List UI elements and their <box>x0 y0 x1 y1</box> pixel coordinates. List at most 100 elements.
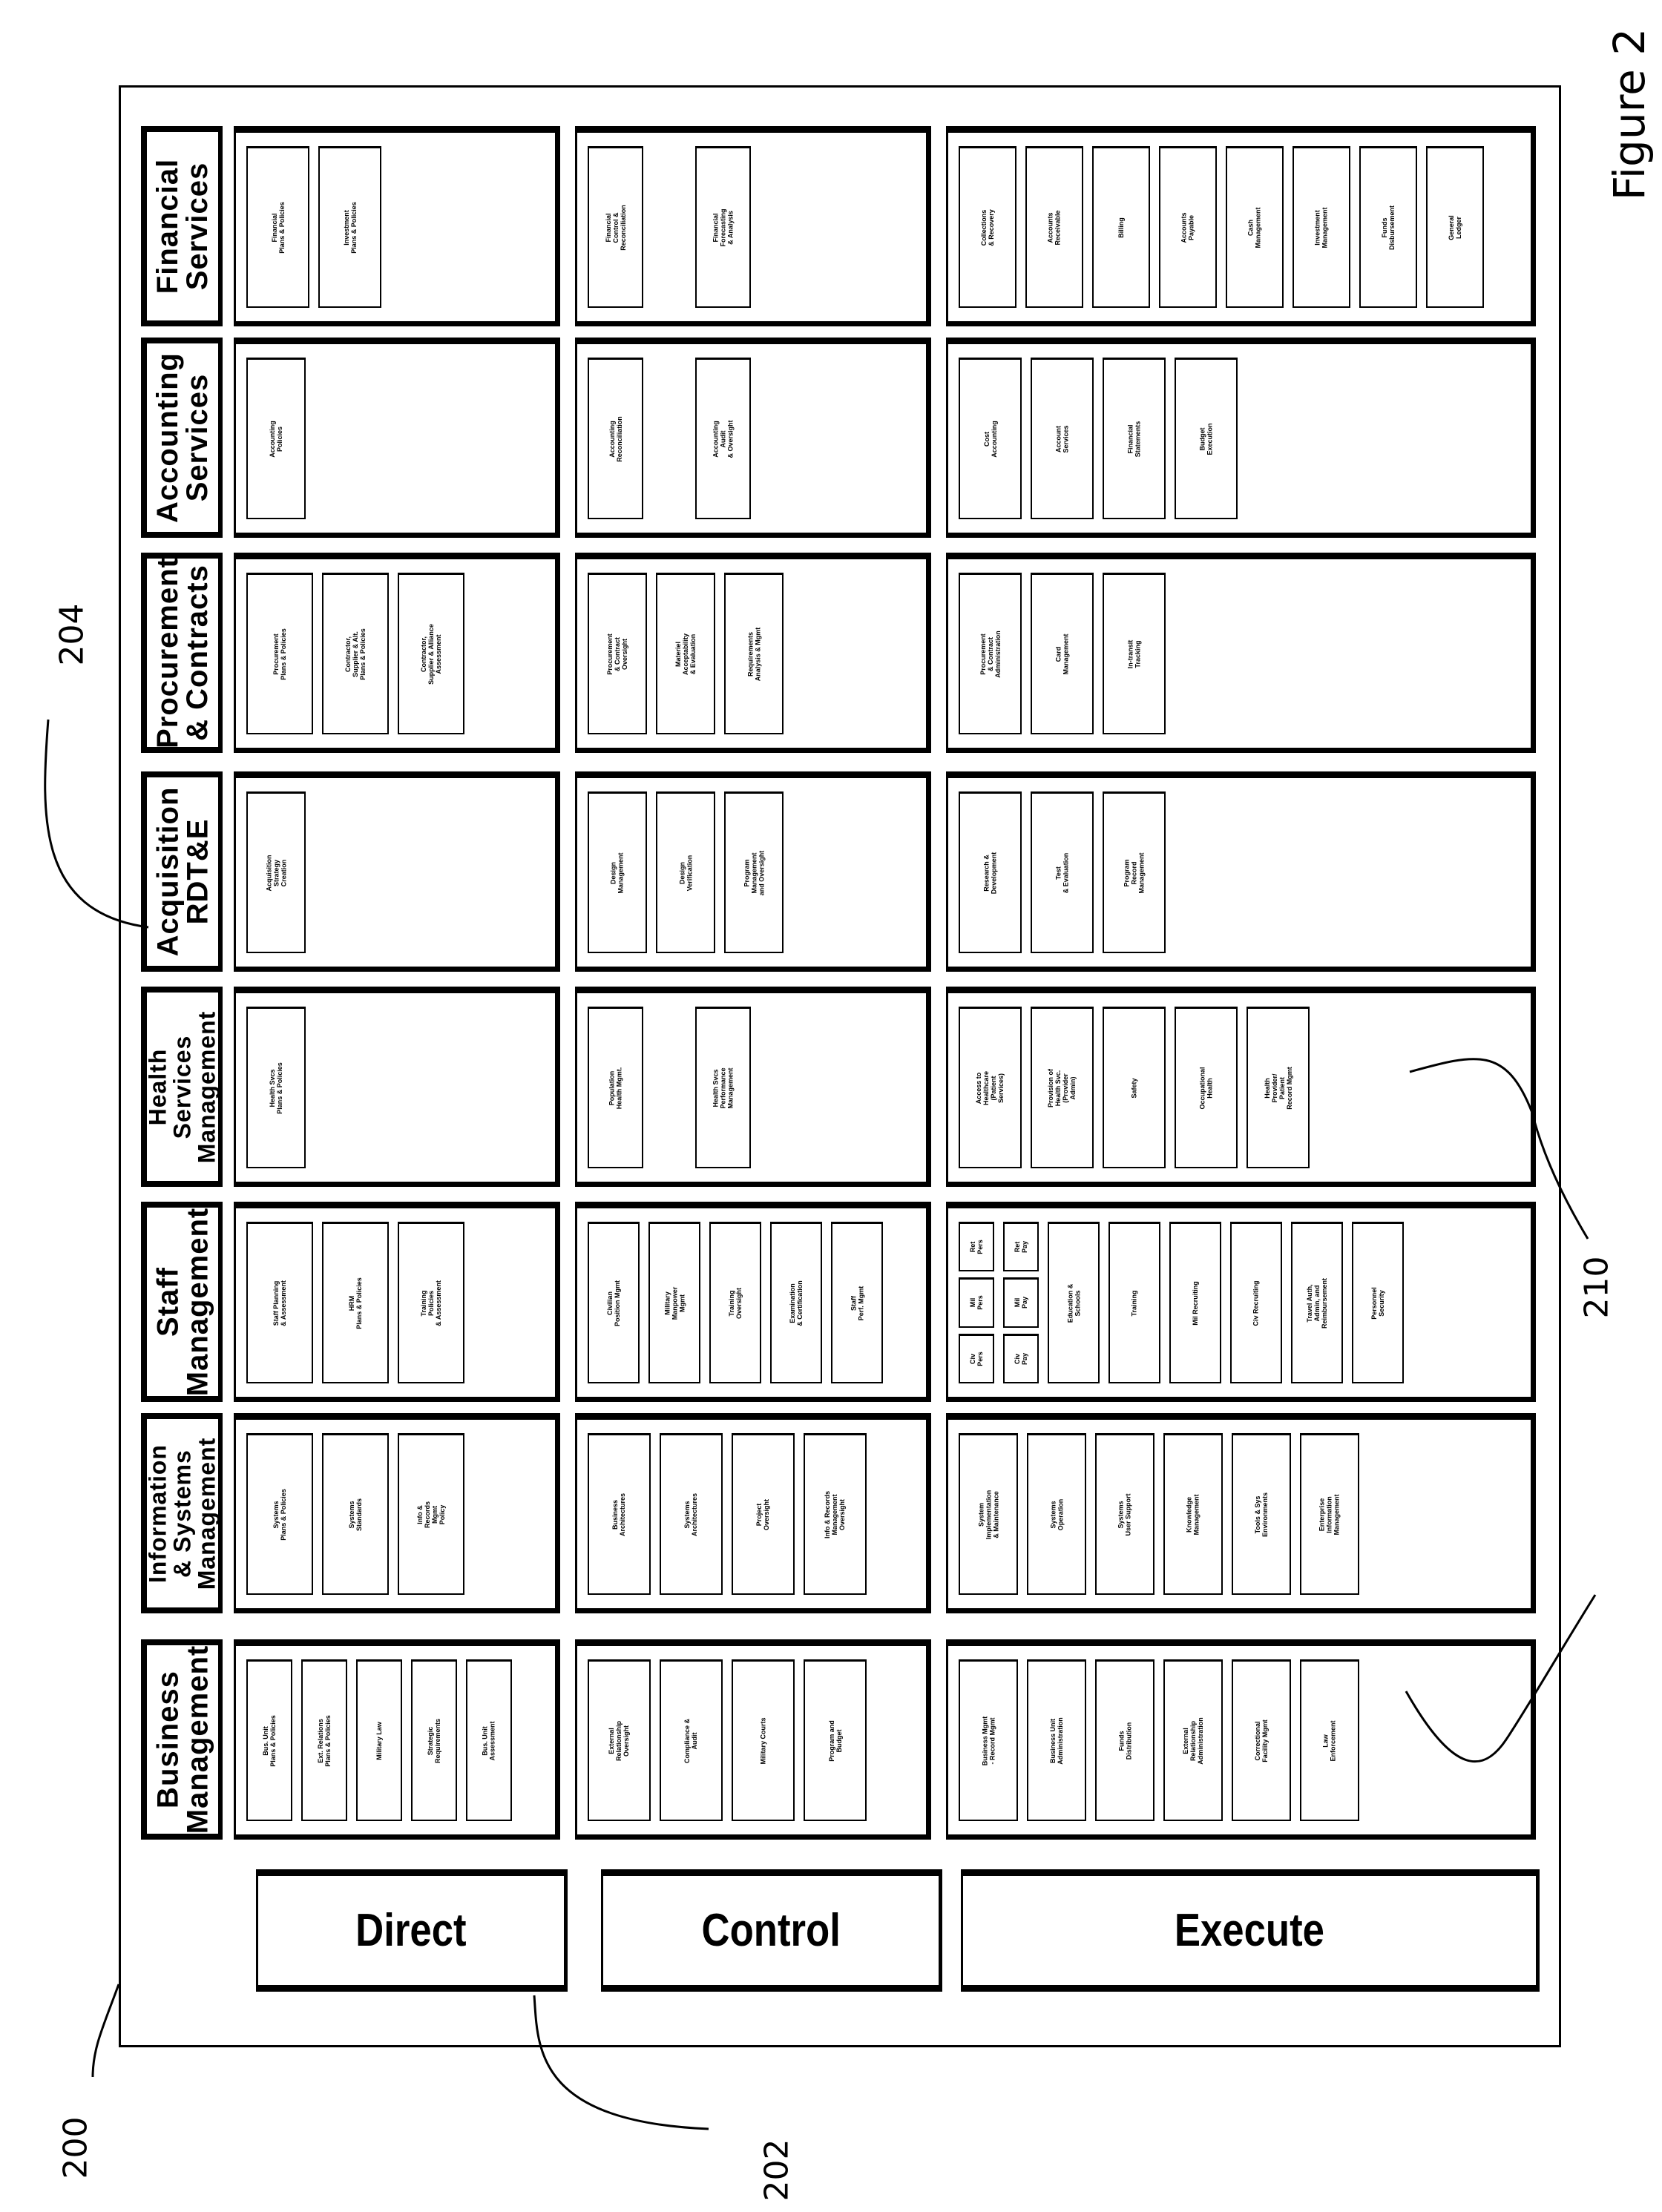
function-label: Travel Auth, Admin, and Reimbursement <box>1306 1277 1328 1329</box>
control-function-group: Procurement & Contract Oversight Materiel… <box>588 573 916 734</box>
function-label: Knowledge Management <box>1185 1493 1200 1535</box>
function-label: Project Oversight <box>755 1498 771 1530</box>
function-box: Education & Schools <box>1048 1222 1100 1383</box>
function-label: Examination & Certification <box>788 1280 804 1326</box>
function-box: Financial Control & Reconciliation <box>588 146 643 308</box>
function-label: Contractor, Supplier & Alliance Assessme… <box>420 623 442 685</box>
function-box: Ret Pers <box>959 1222 994 1272</box>
function-label: Design Management <box>609 852 625 894</box>
function-label: Training Policies & Assessment <box>419 1280 442 1326</box>
function-label: Safety <box>1130 1077 1138 1099</box>
functional-area-row-accounting-services: Accounting Services Accounting Policies Ac… <box>141 338 1536 538</box>
function-box: Strategic Requirements <box>411 1659 457 1821</box>
execute-function-group: System Implementation & Maintenance Syste… <box>959 1433 1520 1595</box>
function-label: Population Health Mgmt. <box>608 1067 623 1109</box>
function-label: Test & Evaluation <box>1054 852 1070 893</box>
function-label: Funds Distribution <box>1117 1722 1132 1760</box>
execute-cell: Collections & Recovery Accounts Receivabl… <box>946 126 1536 326</box>
function-box: Health Provider/ Patient Record Mgmt <box>1246 1007 1310 1168</box>
control-cell: External Relationship Oversight Complianc… <box>575 1639 931 1840</box>
direct-cell: Staff Planning & Assessment HRM Plans & P… <box>234 1202 560 1402</box>
function-box: Budget Execution <box>1175 358 1238 519</box>
execute-function-group: Procurement & Contract Administration Car… <box>959 573 1520 734</box>
function-label: Funds Disbursement <box>1381 205 1396 250</box>
function-box: Info & Records Mgmt Policy <box>398 1433 464 1595</box>
function-box: Systems Architectures <box>660 1433 723 1595</box>
function-box: Project Oversight <box>732 1433 795 1595</box>
function-label: Health Svcs Plans & Policies <box>269 1061 283 1114</box>
control-cell: Population Health Mgmt. Health Svcs Perfo… <box>575 987 931 1187</box>
function-box: Military Manpower Mgmt <box>648 1222 700 1383</box>
function-box: External Relationship Oversight <box>588 1659 651 1821</box>
function-label: Acquisition Strategy Creation <box>265 855 287 891</box>
function-box: Law Enforcement <box>1300 1659 1359 1821</box>
function-label: Accounting Reconciliation <box>608 415 623 462</box>
direct-function-group: Staff Planning & Assessment HRM Plans & P… <box>246 1222 545 1383</box>
functional-area-header: Financial Services <box>141 126 223 326</box>
function-label: Occupational Health <box>1198 1066 1214 1110</box>
functional-area-row-financial-services: Financial Services Financial Plans & Poli… <box>141 126 1536 326</box>
control-cell: Design Management Design Verification Prog… <box>575 771 931 972</box>
function-box: Examination & Certification <box>770 1222 822 1383</box>
function-label: System Implementation & Maintenance <box>976 1490 999 1539</box>
function-label: Law Enforcement <box>1321 1719 1337 1762</box>
function-box: Civ Pay <box>1003 1333 1039 1383</box>
execute-function-group: Ret Pers Mil Pers Civ Pers Ret Pay Mil Pay Ci… <box>959 1222 1520 1383</box>
function-box: Program Management and Oversight <box>724 791 784 953</box>
functional-area-header: Accounting Services <box>141 338 223 538</box>
function-label: Account Services <box>1054 424 1070 453</box>
functional-area-row-health-services-management: Health Services Management Health Svcs Pl… <box>141 987 1536 1187</box>
direct-cell: Financial Plans & Policies Investment Pla… <box>234 126 560 326</box>
control-function-group: Population Health Mgmt. Health Svcs Perfo… <box>588 1007 916 1168</box>
function-label: Card Management <box>1054 633 1070 675</box>
function-box: Funds Distribution <box>1095 1659 1154 1821</box>
function-label: External Relationship Oversight <box>608 1720 631 1761</box>
function-label: Civ Recruiting <box>1252 1280 1260 1326</box>
control-cell: Accounting Reconciliation Accounting Audi… <box>575 338 931 538</box>
function-label: Accounts Payable <box>1180 211 1195 243</box>
function-label: Procurement & Contract Oversight <box>606 633 628 675</box>
functional-area-header: Information & Systems Management <box>141 1413 223 1613</box>
functional-area-title: Acquisition RDT&E <box>151 786 214 957</box>
execute-function-group: Access to Healthcare (Patient Services) P… <box>959 1007 1520 1168</box>
function-label: HRM Plans & Policies <box>348 1277 363 1329</box>
functional-area-header: Acquisition RDT&E <box>141 771 223 972</box>
function-box: Financial Forecasting & Analysis <box>695 146 751 308</box>
direct-function-group: Acquisition Strategy Creation <box>246 791 545 953</box>
function-box: Requirements Analysis & Mgmt <box>724 573 784 734</box>
function-box: Design Management <box>588 791 647 953</box>
function-label: Military Law <box>375 1721 383 1760</box>
function-label: Info & Records Management Oversight <box>824 1490 847 1538</box>
function-label: Program and Budget <box>827 1719 843 1762</box>
function-label: Correctional Facility Mgmt <box>1253 1719 1269 1762</box>
function-box: Systems Plans & Policies <box>246 1433 313 1595</box>
execute-cell: Procurement & Contract Administration Car… <box>946 553 1536 753</box>
function-box: Financial Statements <box>1103 358 1166 519</box>
ref-numeral-200: 200 <box>56 2116 95 2179</box>
function-label: Access to Healthcare (Patient Services) <box>975 1070 1005 1105</box>
function-box: Staff Planning & Assessment <box>246 1222 313 1383</box>
function-box: Cost Accounting <box>959 358 1022 519</box>
direct-cell: Accounting Policies <box>234 338 560 538</box>
function-label: Training <box>1130 1289 1138 1317</box>
function-box: Correctional Facility Mgmt <box>1232 1659 1291 1821</box>
function-box: Training <box>1108 1222 1160 1383</box>
function-label: Strategic Requirements <box>427 1718 441 1763</box>
function-box: Accounting Audit & Oversight <box>695 358 751 519</box>
execute-function-group: Research & Development Test & Evaluation P… <box>959 791 1520 953</box>
function-box: Accounts Payable <box>1159 146 1217 308</box>
function-box: Program Record Management <box>1103 791 1166 953</box>
function-box: Info & Records Management Oversight <box>804 1433 867 1595</box>
control-cell: Financial Control & Reconciliation Financ… <box>575 126 931 326</box>
function-box: Safety <box>1103 1007 1166 1168</box>
functional-area-title: Procurement & Contracts <box>151 557 214 748</box>
function-box: Business Unit Administration <box>1027 1659 1086 1821</box>
function-label: Business Mgmt - Record Mgmt <box>980 1716 996 1765</box>
functional-area-row-business-management: Business Management Bus. Unit Plans & Pol… <box>141 1639 1536 1840</box>
function-box: Procurement & Contract Administration <box>959 573 1022 734</box>
function-box: Financial Plans & Policies <box>246 146 309 308</box>
function-box: Business Mgmt - Record Mgmt <box>959 1659 1018 1821</box>
function-box: Civ Recruiting <box>1230 1222 1282 1383</box>
functional-area-row-acquisition-rdt-e: Acquisition RDT&E Acquisition Strategy Cr… <box>141 771 1536 972</box>
function-label: Accounting Audit & Oversight <box>712 419 735 458</box>
